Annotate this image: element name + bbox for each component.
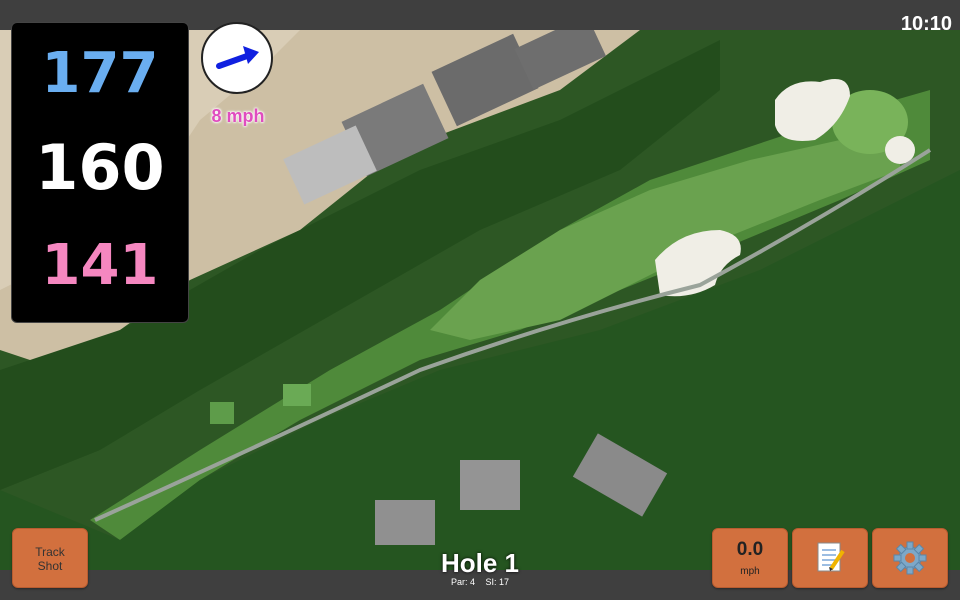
clock: 10:10	[900, 13, 952, 35]
front-distance: 141	[41, 233, 159, 298]
track-shot-label-line1: Track	[35, 545, 65, 559]
track-shot-button[interactable]: Track Shot	[12, 528, 88, 588]
notepad-icon	[817, 542, 845, 572]
hole-stroke-index: SI: 17	[485, 577, 510, 587]
center-distance: 160	[35, 131, 165, 204]
wind-arrow-icon	[216, 46, 259, 69]
hole-info: Par: 4 SI: 17	[400, 577, 560, 587]
gear-icon	[893, 541, 927, 575]
back-distance: 177	[41, 41, 159, 106]
hole-par: Par: 4	[450, 577, 475, 587]
notes-button[interactable]	[792, 528, 868, 588]
settings-button[interactable]	[872, 528, 948, 588]
distance-panel: 177 160 141	[11, 22, 189, 323]
speed-unit: mph	[740, 566, 760, 577]
wind-speed: 8 mph	[211, 106, 265, 126]
track-shot-label-line2: Shot	[37, 559, 63, 573]
speed-button[interactable]: 0.0 mph	[712, 528, 788, 588]
wind-direction-dial	[201, 22, 273, 94]
speed-value: 0.0	[736, 539, 764, 560]
hole-title: Hole 1	[440, 548, 520, 578]
